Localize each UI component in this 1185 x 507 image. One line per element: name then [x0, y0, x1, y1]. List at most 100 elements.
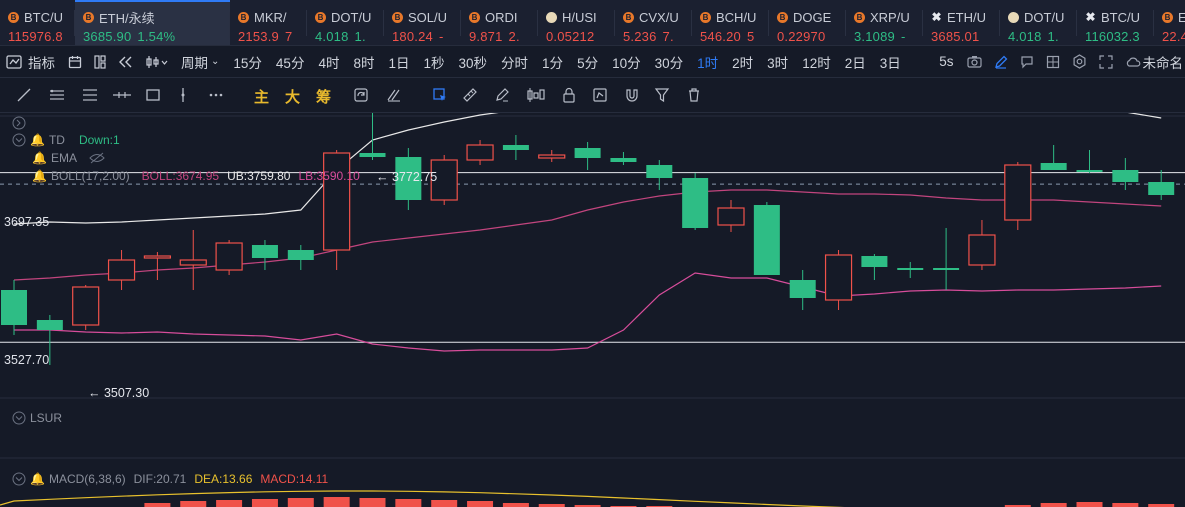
ticker-item[interactable]: B MKR/2153.9 7: [230, 0, 307, 45]
calendar-icon[interactable]: [62, 55, 88, 69]
bell-icon[interactable]: 🔔: [30, 472, 45, 486]
settings-icon[interactable]: [1066, 54, 1093, 69]
period-dropdown[interactable]: 周期 ⌄: [174, 52, 226, 72]
ticker-item[interactable]: B BCH/U 546.20 5: [692, 0, 769, 45]
ticker-item[interactable]: B ORDI 9.871 2.: [461, 0, 538, 45]
filter-icon[interactable]: [648, 87, 676, 103]
collapse-down-icon[interactable]: [12, 411, 26, 425]
comment-icon[interactable]: [1014, 55, 1040, 69]
macd-bar: [251, 499, 278, 507]
ticker-change: 2.: [508, 29, 520, 44]
indicators-icon[interactable]: [0, 54, 28, 69]
select-icon[interactable]: [426, 87, 454, 103]
bell-icon[interactable]: 🔔: [32, 151, 47, 165]
period-option[interactable]: 30秒: [452, 52, 495, 72]
td-label: TD: [48, 133, 65, 147]
period-option[interactable]: 2日: [838, 52, 873, 72]
ticker-change: 7.: [662, 29, 674, 44]
ticker-symbol: BTC/U: [1101, 9, 1140, 25]
macd-indicator[interactable]: 🔔 MACD(6,38,6) DIF:20.71 DEA:13.66 MACD:…: [12, 472, 328, 486]
period-option[interactable]: 3时: [760, 52, 795, 72]
parallel-lines-icon[interactable]: [42, 87, 72, 103]
vertical-line-icon[interactable]: [172, 87, 194, 103]
rectangle-icon[interactable]: [139, 87, 167, 103]
ticker-price: 22.468: [1162, 29, 1185, 44]
ticker-item[interactable]: BETC/L22.4680: [1154, 0, 1185, 45]
ticker-item[interactable]: B XRP/U 3.1089-: [846, 0, 923, 45]
candle-body: [1004, 164, 1032, 221]
fib-lines-icon[interactable]: [75, 87, 105, 103]
candle-body: [717, 207, 745, 226]
period-option[interactable]: 1秒: [417, 52, 452, 72]
coin-light-icon: [546, 11, 557, 23]
camera-icon[interactable]: [961, 55, 988, 68]
indicators-button[interactable]: 指标: [28, 52, 62, 72]
period-option[interactable]: 12时: [795, 52, 838, 72]
pencil-icon[interactable]: [988, 55, 1014, 69]
period-option[interactable]: 1分: [535, 52, 570, 72]
ticker-item[interactable]: DOT/U 4.018 1.: [1000, 0, 1077, 45]
note-icon[interactable]: [586, 87, 614, 103]
collapse-down-icon[interactable]: [12, 472, 26, 486]
ticker-item[interactable]: H/USI 0.05212: [538, 0, 615, 45]
candles-icon[interactable]: [520, 87, 552, 103]
trash-icon[interactable]: [680, 87, 708, 103]
ticker-price: 3685.90: [83, 29, 132, 44]
sync-icon[interactable]: [347, 87, 375, 103]
trendline-icon[interactable]: [10, 87, 38, 103]
ticker-item[interactable]: B SOL/U 180.24-: [384, 0, 461, 45]
brush-icon[interactable]: [488, 87, 516, 103]
ticker-item[interactable]: ✖ BTC/U 116032.3: [1077, 0, 1154, 45]
candle-body: [323, 152, 351, 251]
more-icon[interactable]: [202, 87, 230, 103]
period-option[interactable]: 分时: [494, 52, 535, 72]
period-option[interactable]: 1日: [381, 52, 416, 72]
layout-icon[interactable]: [88, 54, 112, 69]
replay-icon[interactable]: [112, 55, 140, 69]
collapse-icon[interactable]: [12, 116, 26, 133]
lsur-indicator[interactable]: LSUR: [12, 411, 62, 425]
candle-type-icon[interactable]: [140, 55, 174, 69]
candle-body: [574, 148, 601, 158]
refresh-interval[interactable]: 5s: [932, 54, 960, 69]
ticker-item[interactable]: B DOGE 0.22970: [769, 0, 846, 45]
candle-body: [1112, 170, 1139, 182]
main-chart-toggle[interactable]: 主: [254, 86, 269, 107]
period-option[interactable]: 45分: [269, 52, 312, 72]
period-option[interactable]: 2时: [725, 52, 760, 72]
boll-indicator[interactable]: 🔔 BOLL(17,2.00) BOLL:3674.95 UB:3759.80 …: [32, 169, 360, 183]
period-option[interactable]: 15分: [226, 52, 269, 72]
lock-icon[interactable]: [556, 87, 582, 103]
layout-name-dropdown[interactable]: 未命名: [1143, 52, 1185, 72]
cloud-icon[interactable]: [1119, 56, 1143, 68]
magnet-icon[interactable]: [618, 87, 646, 103]
ticker-item[interactable]: B BTC/U 115976.8: [0, 0, 75, 45]
period-option[interactable]: 1时: [690, 52, 725, 72]
horizontal-ray-icon[interactable]: [106, 87, 138, 103]
big-order-toggle[interactable]: 大: [285, 86, 300, 107]
period-option[interactable]: 4时: [311, 52, 346, 72]
td-indicator[interactable]: 🔔 TD Down:1: [12, 133, 120, 147]
chip-distribution-toggle[interactable]: 筹: [316, 86, 331, 107]
low-value: 3507.30: [103, 386, 150, 400]
bell-icon[interactable]: 🔔: [30, 133, 45, 147]
eye-off-icon[interactable]: [89, 152, 105, 164]
period-option[interactable]: 30分: [648, 52, 691, 72]
ticker-item[interactable]: B ETH/永续 3685.90 1.54%: [75, 0, 230, 45]
bell-icon[interactable]: 🔔: [32, 169, 47, 183]
grid-icon[interactable]: [1040, 55, 1066, 69]
period-option[interactable]: 5分: [570, 52, 605, 72]
macd-bar: [144, 503, 171, 507]
ruler-icon[interactable]: [456, 87, 484, 103]
ticker-item[interactable]: B CVX/U 5.236 7.: [615, 0, 692, 45]
ticker-item[interactable]: ✖ ETH/U 3685.01: [923, 0, 1000, 45]
ema-indicator[interactable]: 🔔 EMA: [32, 151, 105, 165]
collapse-down-icon[interactable]: [12, 133, 26, 147]
coin-dot-icon: B: [1162, 11, 1173, 23]
ticker-item[interactable]: B DOT/U 4.018 1.: [307, 0, 384, 45]
period-option[interactable]: 8时: [346, 52, 381, 72]
period-option[interactable]: 10分: [605, 52, 648, 72]
eraser-icon[interactable]: [380, 87, 408, 103]
period-option[interactable]: 3日: [873, 52, 908, 72]
fullscreen-icon[interactable]: [1093, 54, 1119, 69]
